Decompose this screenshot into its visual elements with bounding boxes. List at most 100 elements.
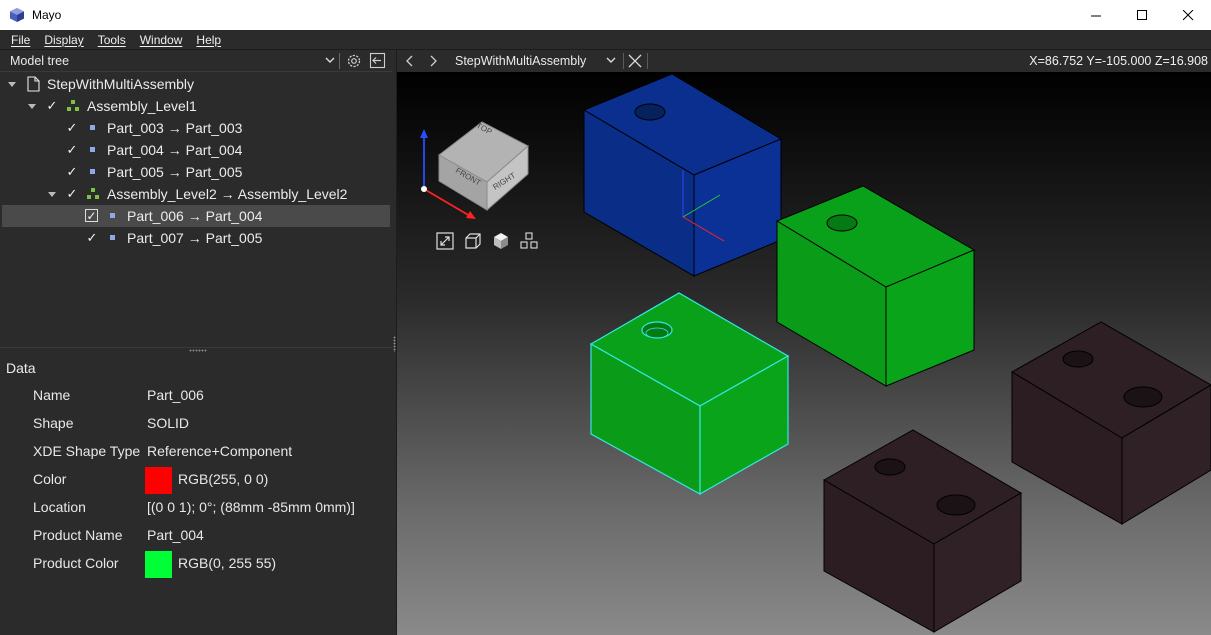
fit-all-icon[interactable] [435, 231, 455, 251]
property-color: Color RGB(255, 0 0) [0, 466, 392, 494]
visibility-checkbox[interactable]: ✓ [66, 165, 78, 179]
dark-box-part[interactable] [822, 429, 1022, 633]
data-section-title: Data [6, 360, 36, 376]
minimize-button[interactable] [1073, 0, 1119, 30]
tree-item-assembly-level1[interactable]: ✓ Assembly_Level1 [0, 95, 392, 117]
minimize-icon [1090, 15, 1101, 16]
part-icon [90, 125, 95, 130]
menu-tools[interactable]: Tools [91, 33, 133, 47]
grip-handle[interactable] [393, 336, 396, 352]
property-key: XDE Shape Type [33, 443, 141, 459]
mayo-app-icon [10, 8, 24, 22]
expand-arrow-icon[interactable] [47, 189, 57, 199]
menu-help[interactable]: Help [189, 33, 228, 47]
property-xde-shape-type: XDE Shape Type Reference+Component [0, 438, 392, 466]
chevron-down-icon[interactable] [606, 54, 616, 66]
shaded-icon[interactable] [491, 231, 511, 251]
menu-display[interactable]: Display [37, 33, 90, 47]
tree-item-part-004[interactable]: ✓ Part_004 → Part_004 [0, 139, 392, 161]
maximize-button[interactable] [1119, 0, 1165, 30]
tree-item-part-007[interactable]: ✓ Part_007 → Part_005 [0, 227, 392, 249]
panel-splitter[interactable] [0, 347, 392, 352]
tree-item-label: Part_005 → Part_005 [107, 164, 243, 180]
assembly-icon [87, 188, 99, 199]
tree-item-assembly-level2[interactable]: ✓ Assembly_Level2 → Assembly_Level2 [0, 183, 392, 205]
property-shape: Shape SOLID [0, 410, 392, 438]
menu-file[interactable]: File [4, 33, 37, 47]
tree-item-part-006[interactable]: ✓ Part_006 → Part_004 [2, 205, 390, 227]
window-title: Mayo [32, 8, 62, 22]
visibility-checkbox[interactable]: ✓ [66, 143, 78, 157]
close-button[interactable] [1165, 0, 1211, 30]
property-value: [(0 0 1); 0°; (88mm -85mm 0mm)] [147, 499, 355, 515]
property-key: Product Color [33, 555, 119, 571]
cursor-coordinates: X=86.752 Y=-105.000 Z=16.908 [1029, 54, 1208, 68]
visibility-checkbox[interactable]: ✓ [46, 99, 58, 113]
tree-item-label: Part_004 → Part_004 [107, 142, 243, 158]
part-icon [90, 169, 95, 174]
property-value: SOLID [147, 415, 190, 431]
title-bar: Mayo [0, 0, 1211, 30]
maximize-icon [1136, 9, 1147, 20]
view-cube[interactable]: TOP FRONT RIGHT [438, 121, 529, 212]
green-box-part[interactable] [775, 185, 976, 387]
close-document-icon[interactable] [627, 53, 643, 69]
assembly-icon [67, 100, 79, 111]
property-location: Location [(0 0 1); 0°; (88mm -85mm 0mm)] [0, 494, 392, 522]
part-icon [90, 147, 95, 152]
tree-item-label: Part_007 → Part_005 [127, 230, 263, 246]
menu-window[interactable]: Window [133, 33, 190, 47]
property-value: Reference+Component [147, 443, 293, 459]
tree-item-label: Part_006 → Part_004 [127, 208, 263, 224]
expand-arrow-icon[interactable] [7, 79, 17, 89]
divider [339, 53, 340, 69]
visibility-checkbox[interactable]: ✓ [66, 187, 78, 201]
chevron-left-icon[interactable] [403, 53, 417, 69]
left-panel: Model tree StepWithMultiAssembly ✓ Assem… [0, 50, 396, 635]
tree-item-part-003[interactable]: ✓ Part_003 → Part_003 [0, 117, 392, 139]
model-tree-header: Model tree [0, 50, 392, 72]
selected-green-box-part[interactable] [589, 292, 790, 496]
gear-icon[interactable] [345, 52, 363, 70]
property-value: Part_006 [147, 387, 204, 403]
scene-canvas[interactable]: TOP FRONT RIGHT [397, 72, 1211, 635]
property-key: Product Name [33, 527, 123, 543]
visibility-checkbox[interactable]: ✓ [86, 231, 98, 245]
property-key: Location [33, 499, 86, 515]
part-icon [110, 213, 115, 218]
collapse-panel-icon[interactable] [369, 52, 386, 69]
viewer-toolbar: StepWithMultiAssembly X=86.752 Y=-105.00… [397, 50, 1211, 72]
tree-item-label: Assembly_Level2 → Assembly_Level2 [107, 186, 348, 202]
property-key: Shape [33, 415, 74, 431]
property-key: Name [33, 387, 71, 403]
document-selector[interactable]: StepWithMultiAssembly [455, 54, 586, 68]
property-product-name: Product Name Part_004 [0, 522, 392, 550]
part-icon [110, 235, 115, 240]
color-swatch [145, 467, 172, 494]
grip-handle[interactable] [189, 349, 207, 352]
tree-item-label: Assembly_Level1 [87, 98, 197, 114]
tree-item-document[interactable]: StepWithMultiAssembly [0, 73, 392, 95]
wireframe-icon[interactable] [463, 231, 483, 251]
divider [647, 53, 648, 69]
property-value: Part_004 [147, 527, 204, 543]
property-product-color: Product Color RGB(0, 255 55) [0, 550, 392, 578]
tree-item-part-005[interactable]: ✓ Part_005 → Part_005 [0, 161, 392, 183]
menu-bar: File Display Tools Window Help [0, 30, 1211, 50]
property-value: RGB(0, 255 55) [178, 555, 277, 571]
tree-item-label: StepWithMultiAssembly [47, 76, 195, 92]
chevron-right-icon[interactable] [426, 53, 440, 69]
expand-arrow-icon[interactable] [27, 101, 37, 111]
divider [623, 53, 624, 69]
visibility-checkbox[interactable]: ✓ [85, 209, 98, 222]
dark-box-part[interactable] [1011, 321, 1211, 525]
explode-icon[interactable] [519, 231, 539, 251]
close-icon [1182, 9, 1193, 20]
3d-viewport[interactable]: TOP FRONT RIGHT [397, 72, 1211, 635]
chevron-down-icon[interactable] [325, 54, 335, 66]
property-value: RGB(255, 0 0) [178, 471, 269, 487]
property-key: Color [33, 471, 67, 487]
document-icon [27, 76, 40, 92]
panel-selector[interactable]: Model tree [10, 54, 69, 68]
visibility-checkbox[interactable]: ✓ [66, 121, 78, 135]
